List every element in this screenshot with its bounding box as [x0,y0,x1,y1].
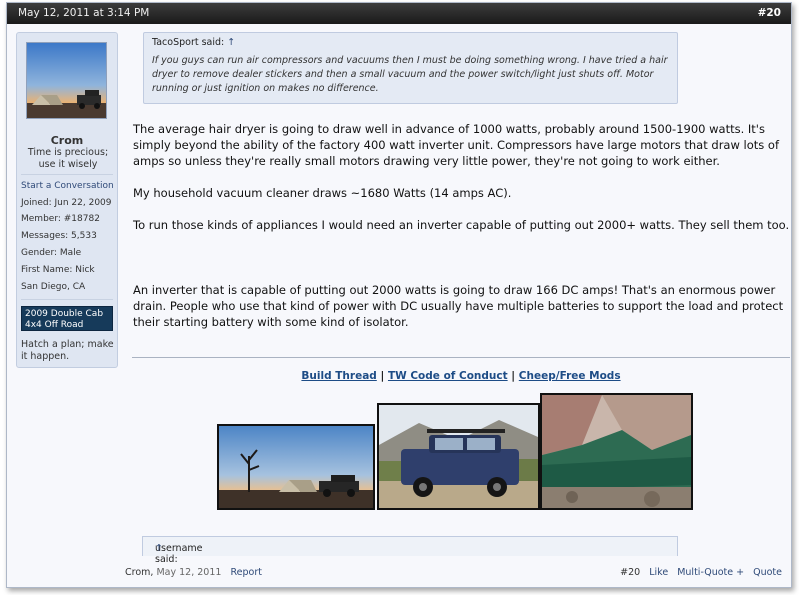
build-thread-link[interactable]: Build Thread [301,370,376,382]
gender: Gender: Male [21,248,82,258]
member-number: Member: #18782 [21,214,100,224]
quote-jump-icon[interactable]: ↑ [155,543,163,554]
signature-links: Build Thread | TW Code of Conduct | Chee… [132,370,790,382]
footer-author[interactable]: Crom [125,567,150,578]
location: San Diego, CA [21,282,86,292]
user-title: Time is precious; use it wisely [27,147,109,170]
footer-date[interactable]: May 12, 2011 [156,567,221,578]
signature-divider [132,357,790,358]
quote-link[interactable]: Quote [753,567,782,578]
post-number-link[interactable]: #20 [758,7,781,19]
quote-block: TacoSport said: ↑ If you guys can run ai… [143,32,678,104]
link-separator: | [511,370,516,382]
user-motto: Hatch a plan; make it happen. [21,339,114,362]
code-of-conduct-link[interactable]: TW Code of Conduct [388,370,508,382]
message-paragraph: An inverter that is capable of putting o… [133,283,784,329]
post-datetime: May 12, 2011 at 3:14 PM [18,7,150,19]
avatar[interactable] [26,42,107,119]
footer-post-number[interactable]: #20 [620,567,640,578]
message-paragraph: To run those kinds of appliances I would… [133,218,790,232]
signature-photo-camp [217,424,375,510]
post-container: May 12, 2011 at 3:14 PM #20 Crom Time is… [6,2,792,588]
post-header-bar: May 12, 2011 at 3:14 PM #20 [7,3,791,24]
quote-text: If you guys can run air compressors and … [152,55,668,94]
cheep-free-mods-link[interactable]: Cheep/Free Mods [519,370,621,382]
first-name: First Name: Nick [21,265,95,275]
quote-jump-icon[interactable]: ↑ [227,37,235,48]
quote-author: TacoSport said: [152,37,225,48]
message-paragraph: The average hair dryer is going to draw … [133,122,779,168]
message-paragraph: My household vacuum cleaner draws ~1680 … [133,186,512,200]
user-sidebar: Crom Time is precious; use it wisely Sta… [16,32,118,368]
vehicle-badge: 2009 Double Cab 4x4 Off Road [21,306,113,331]
start-conversation-link[interactable]: Start a Conversation [21,181,114,191]
multi-quote-link[interactable]: Multi-Quote + [677,567,744,578]
report-link[interactable]: Report [230,567,262,578]
message-count: Messages: 5,533 [21,231,97,241]
like-link[interactable]: Like [649,567,668,578]
sidebar-divider [21,174,113,175]
username[interactable]: Crom [17,134,117,147]
next-quote-block: username said: ↑ [142,536,678,565]
quote-attribution: TacoSport said: ↑ [152,37,235,48]
signature-photo-truck [377,403,540,510]
post-footer-actions: #20 Like Multi-Quote + Quote [614,567,782,578]
signature-photo-lake [540,393,693,510]
avatar-image [27,43,106,118]
post-footer-meta: Crom, May 12, 2011 Report [125,567,262,578]
link-separator: | [380,370,385,382]
sidebar-divider [21,299,113,300]
joined-date: Joined: Jun 22, 2009 [21,198,112,208]
